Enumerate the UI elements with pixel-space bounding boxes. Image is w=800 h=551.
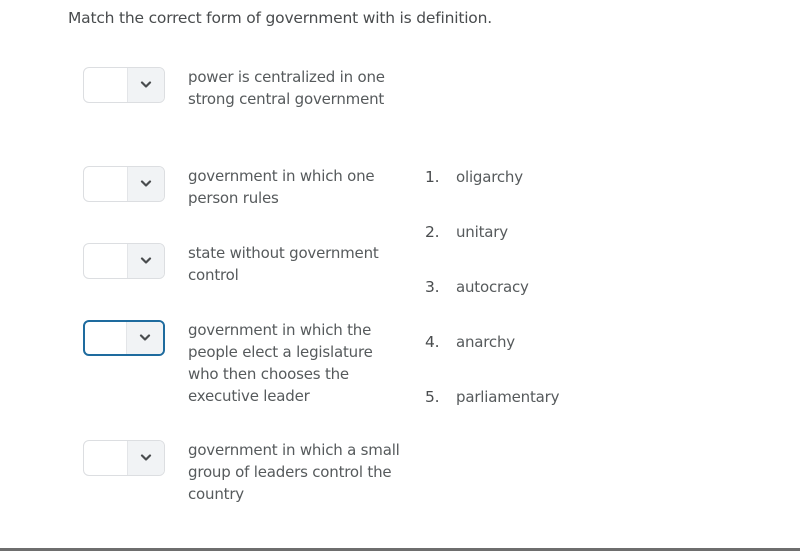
option-label: oligarchy [456, 168, 523, 186]
option-label: unitary [456, 223, 508, 241]
option-item: 1. oligarchy [425, 168, 523, 186]
chevron-down-icon [127, 167, 164, 201]
chevron-down-icon [127, 244, 164, 278]
chevron-down-icon [127, 441, 164, 475]
definition-text: state without government control [188, 244, 379, 284]
answer-select[interactable] [83, 440, 165, 476]
option-label: anarchy [456, 333, 515, 351]
option-number: 5. [425, 388, 440, 406]
answer-select[interactable] [83, 166, 165, 202]
option-number: 3. [425, 278, 440, 296]
option-label: autocracy [456, 278, 529, 296]
option-item: 3. autocracy [425, 278, 529, 296]
chevron-down-icon [126, 322, 163, 354]
answer-select[interactable] [83, 243, 165, 279]
option-label: parliamentary [456, 388, 560, 406]
answer-select[interactable] [83, 67, 165, 103]
definition-text: government in which one person rules [188, 167, 375, 207]
option-item: 5. parliamentary [425, 388, 559, 406]
option-number: 2. [425, 223, 440, 241]
option-item: 2. unitary [425, 223, 508, 241]
option-number: 4. [425, 333, 440, 351]
answer-select[interactable] [83, 320, 165, 356]
definition-text: power is centralized in one strong centr… [188, 68, 385, 108]
chevron-down-icon [127, 68, 164, 102]
option-number: 1. [425, 168, 440, 186]
option-item: 4. anarchy [425, 333, 515, 351]
question-prompt: Match the correct form of government wit… [68, 9, 492, 27]
definition-text: government in which a small group of lea… [188, 441, 400, 503]
definition-text: government in which the people elect a l… [188, 321, 373, 405]
